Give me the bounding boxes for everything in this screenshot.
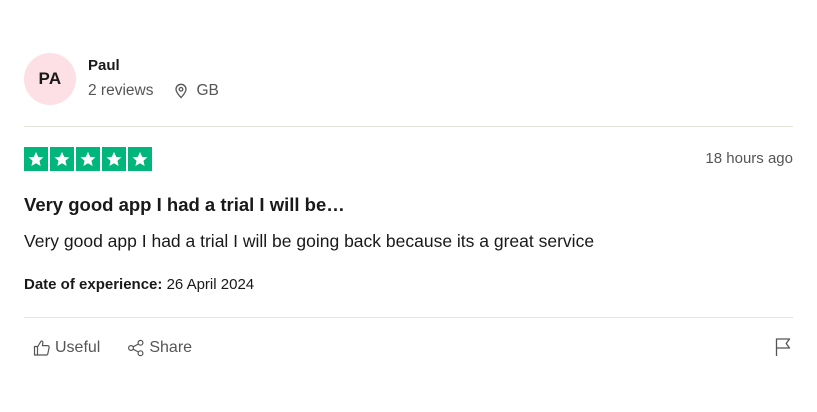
consumer-name[interactable]: Paul bbox=[88, 57, 219, 75]
thumbs-up-icon bbox=[33, 339, 51, 357]
star-icon bbox=[24, 147, 48, 171]
consumer-meta: 2 reviews GB bbox=[88, 82, 219, 100]
star-icon bbox=[128, 147, 152, 171]
star-rating bbox=[24, 147, 152, 171]
review-text: Very good app I had a trial I will be go… bbox=[24, 231, 595, 251]
experience-date: 26 April 2024 bbox=[166, 276, 255, 293]
divider bbox=[24, 317, 793, 318]
divider bbox=[24, 126, 793, 127]
report-flag-button[interactable] bbox=[773, 337, 793, 362]
review-actions: Useful Share bbox=[33, 339, 192, 357]
share-button[interactable]: Share bbox=[127, 339, 192, 357]
useful-button[interactable]: Useful bbox=[33, 339, 100, 357]
useful-label: Useful bbox=[55, 339, 101, 356]
share-icon bbox=[127, 339, 145, 357]
review-date: 18 hours ago bbox=[705, 150, 793, 167]
experience-label: Date of experience: bbox=[24, 276, 163, 293]
review-card: PA Paul 2 reviews GB 18 hours ago Very g… bbox=[24, 0, 793, 412]
location-pin-icon bbox=[173, 83, 189, 99]
reviews-count: 2 reviews bbox=[88, 82, 154, 99]
review-header: PA Paul 2 reviews GB bbox=[24, 53, 219, 105]
date-of-experience: Date of experience: 26 April 2024 bbox=[24, 276, 254, 293]
share-label: Share bbox=[149, 339, 193, 356]
flag-icon bbox=[774, 337, 792, 362]
consumer-info: Paul 2 reviews GB bbox=[88, 57, 219, 100]
avatar[interactable]: PA bbox=[24, 53, 76, 105]
country-code: GB bbox=[196, 82, 219, 99]
review-title[interactable]: Very good app I had a trial I will be… bbox=[24, 194, 345, 216]
star-icon bbox=[102, 147, 126, 171]
star-icon bbox=[76, 147, 100, 171]
star-icon bbox=[50, 147, 74, 171]
